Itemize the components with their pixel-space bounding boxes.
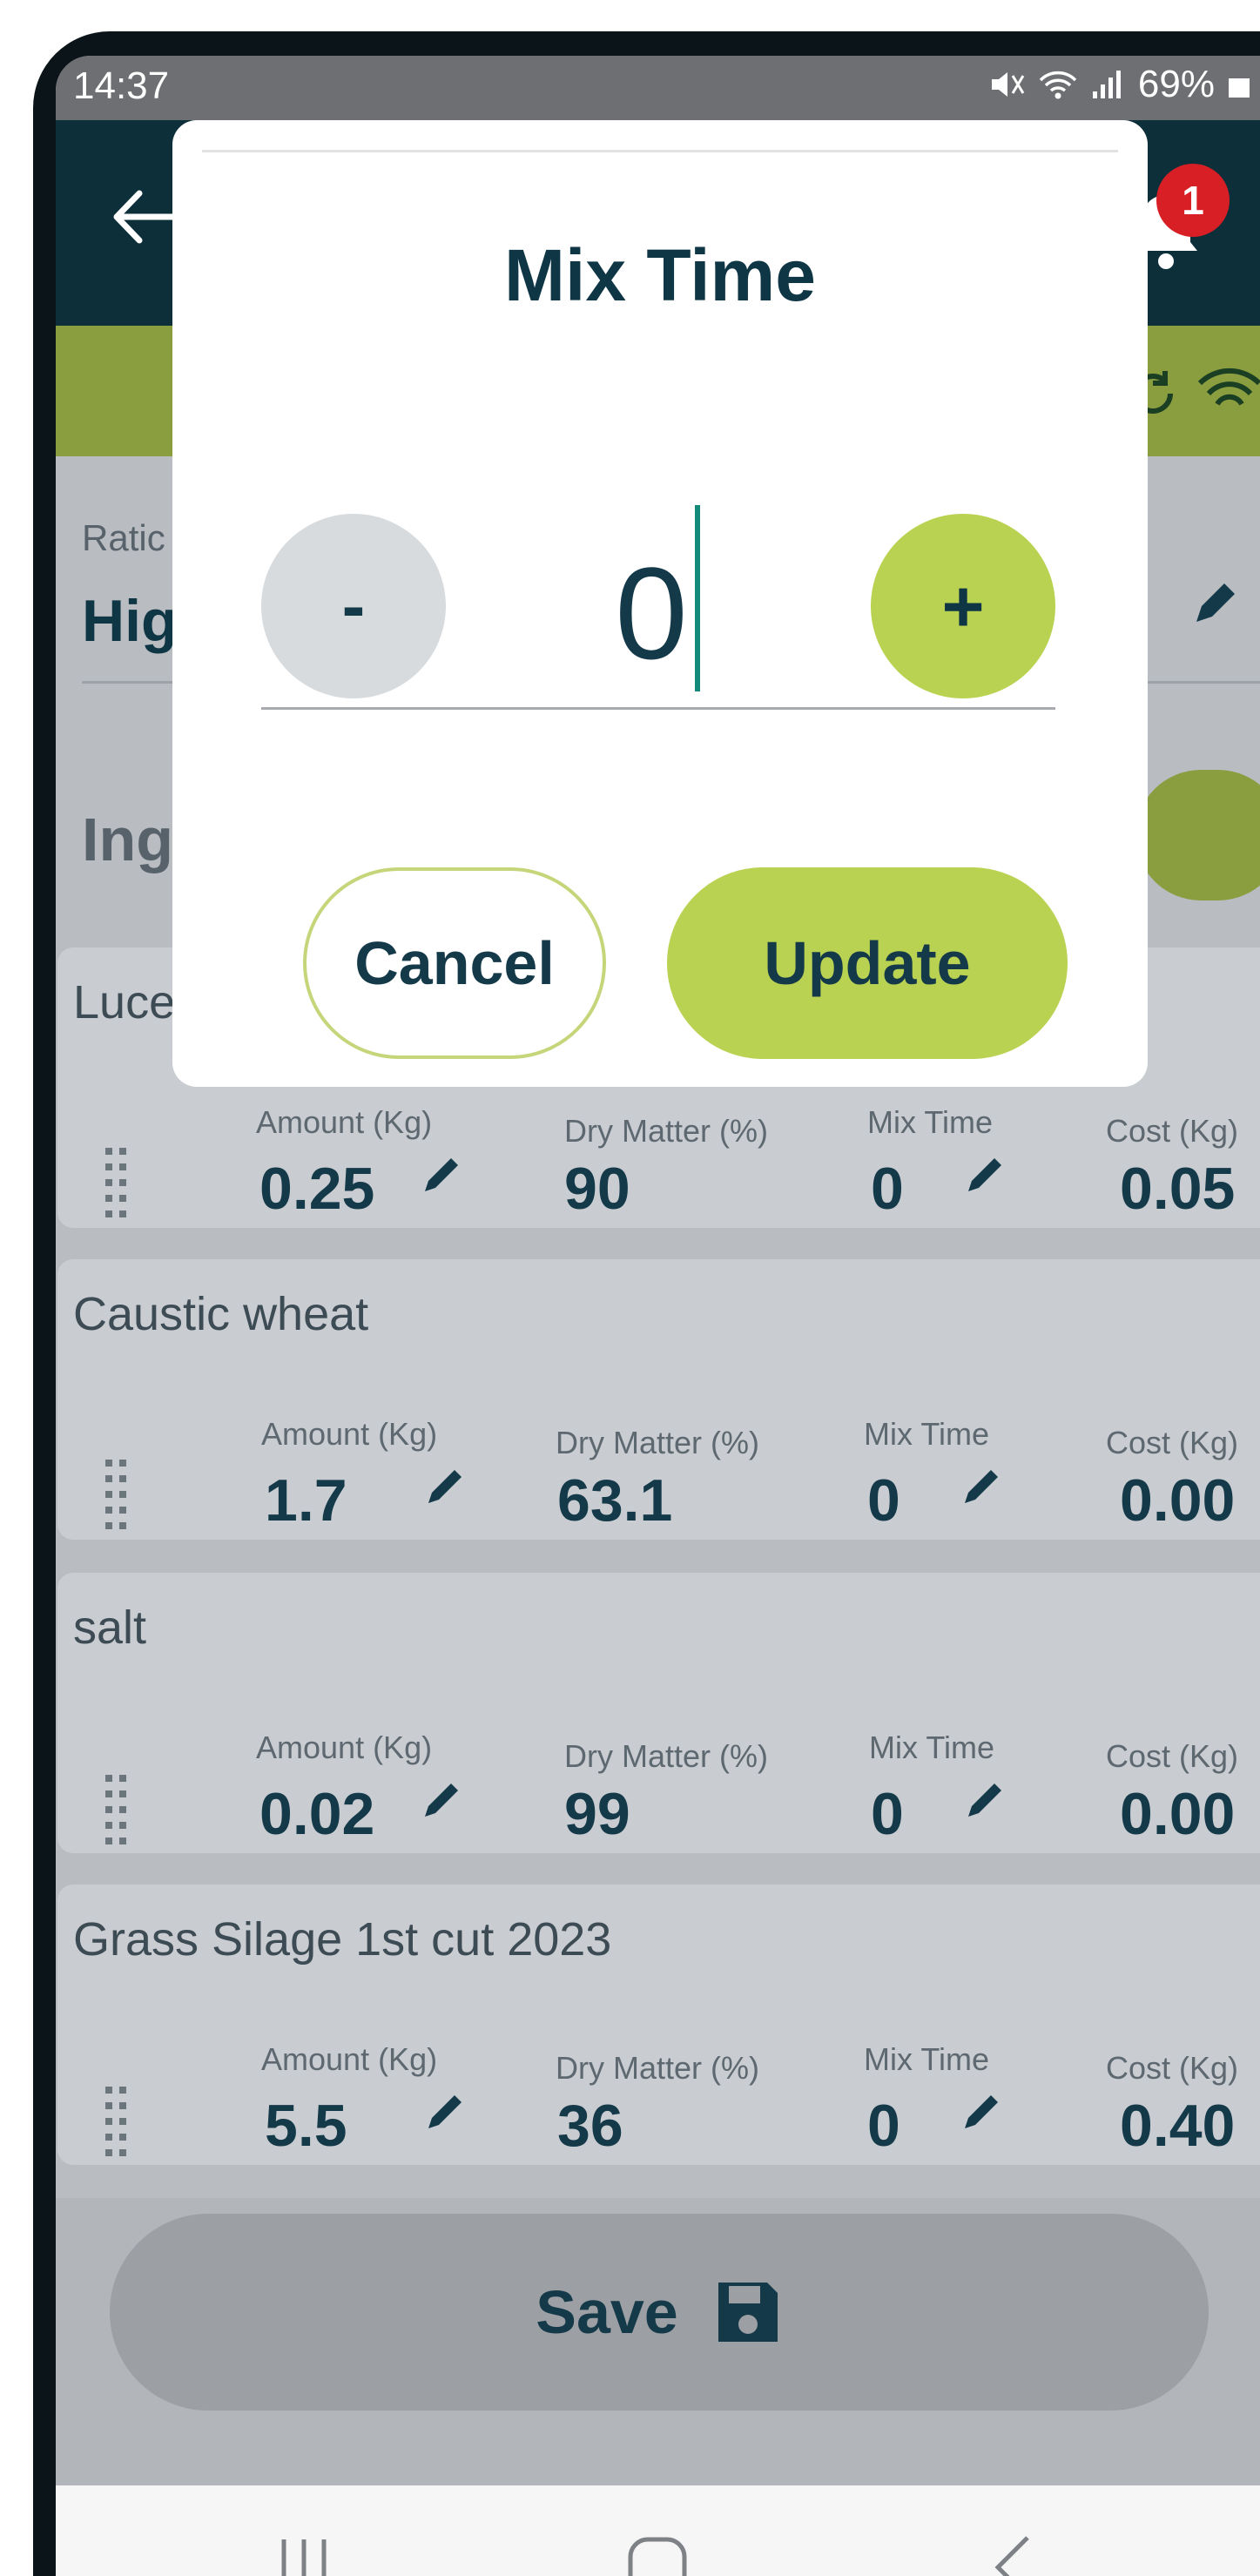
increment-button[interactable]: + bbox=[871, 514, 1055, 698]
amount-label: Amount (Kg) bbox=[256, 1104, 433, 1140]
battery-icon bbox=[1229, 78, 1250, 98]
dry-matter-value: 63.1 bbox=[557, 1467, 673, 1534]
cost-value: 0.40 bbox=[1120, 2093, 1236, 2159]
amount-edit-pencil-icon[interactable] bbox=[421, 1780, 462, 1820]
cost-value: 0.00 bbox=[1120, 1781, 1236, 1847]
dry-matter-label: Dry Matter (%) bbox=[556, 2050, 759, 2086]
dry-matter-label: Dry Matter (%) bbox=[556, 1425, 759, 1460]
mix-time-value: 0 bbox=[871, 1781, 904, 1847]
amount-value: 5.5 bbox=[265, 2093, 347, 2159]
ingredients-title: Ing bbox=[82, 806, 173, 873]
cost-label: Cost (Kg) bbox=[1106, 1425, 1239, 1460]
recent-apps-icon[interactable] bbox=[273, 2534, 334, 2576]
amount-edit-pencil-icon[interactable] bbox=[425, 2092, 465, 2132]
drag-handle-icon[interactable] bbox=[104, 1146, 130, 1219]
back-icon[interactable] bbox=[987, 2534, 1040, 2576]
amount-label: Amount (Kg) bbox=[256, 1730, 433, 1765]
mix-time-label: Mix Time bbox=[869, 1730, 994, 1765]
amount-value: 1.7 bbox=[265, 1467, 347, 1534]
mix-time-input[interactable]: 0 bbox=[503, 538, 799, 689]
dry-matter-value: 90 bbox=[564, 1156, 630, 1222]
status-bar: 14:37 69% bbox=[56, 56, 1260, 120]
dialog-divider bbox=[202, 150, 1118, 152]
wifi-connected-icon bbox=[1197, 368, 1260, 406]
status-icons: 69% bbox=[988, 63, 1251, 106]
screen: 14:37 69% 1 Ratic Hig Ing Luce Amount (K… bbox=[56, 56, 1260, 2576]
update-button[interactable]: Update bbox=[667, 867, 1068, 1059]
cost-label: Cost (Kg) bbox=[1106, 1738, 1239, 1774]
signal-icon bbox=[1092, 71, 1121, 98]
system-nav-bar bbox=[56, 2485, 1260, 2576]
amount-label: Amount (Kg) bbox=[261, 1416, 438, 1452]
notification-badge: 1 bbox=[1156, 164, 1230, 237]
dry-matter-value: 36 bbox=[557, 2093, 623, 2159]
mix-time-value: 0 bbox=[867, 1467, 900, 1534]
drag-handle-icon[interactable] bbox=[104, 1773, 130, 1846]
cost-value: 0.00 bbox=[1120, 1467, 1236, 1534]
mix-time-value: 0 bbox=[871, 1156, 904, 1222]
text-cursor bbox=[695, 505, 700, 691]
mix-time-edit-pencil-icon[interactable] bbox=[965, 1155, 1005, 1195]
drag-handle-icon[interactable] bbox=[104, 2085, 130, 2158]
save-button[interactable]: Save bbox=[110, 2214, 1209, 2411]
ingredient-name: Caustic wheat bbox=[73, 1288, 369, 1340]
amount-value: 0.02 bbox=[259, 1781, 375, 1847]
save-label: Save bbox=[536, 2278, 678, 2346]
mix-time-edit-pencil-icon[interactable] bbox=[961, 1467, 1001, 1507]
amount-label: Amount (Kg) bbox=[261, 2041, 438, 2077]
mix-time-edit-pencil-icon[interactable] bbox=[965, 1780, 1005, 1820]
amount-edit-pencil-icon[interactable] bbox=[425, 1467, 465, 1507]
mix-time-label: Mix Time bbox=[867, 1104, 993, 1140]
ingredient-name: Grass Silage 1st cut 2023 bbox=[73, 1913, 612, 1966]
dialog-title: Mix Time bbox=[504, 234, 816, 316]
battery-percent: 69% bbox=[1137, 63, 1215, 105]
mix-time-dialog: Mix Time - 0 + Cancel Update bbox=[172, 120, 1148, 1087]
mix-time-label: Mix Time bbox=[864, 2041, 989, 2077]
ratio-edit-pencil-icon[interactable] bbox=[1188, 578, 1240, 631]
cost-label: Cost (Kg) bbox=[1106, 1113, 1239, 1149]
amount-value: 0.25 bbox=[259, 1156, 375, 1222]
home-icon[interactable] bbox=[627, 2536, 688, 2576]
dry-matter-label: Dry Matter (%) bbox=[564, 1113, 768, 1149]
mix-time-value: 0 bbox=[867, 2093, 900, 2159]
mix-time-label: Mix Time bbox=[864, 1416, 989, 1452]
ingredient-name: salt bbox=[73, 1602, 147, 1654]
ingredient-name: Luce bbox=[73, 976, 176, 1028]
cost-value: 0.05 bbox=[1120, 1156, 1236, 1222]
ratio-label: Ratic bbox=[82, 517, 165, 558]
ratio-value[interactable]: Hig bbox=[82, 587, 178, 655]
back-arrow-icon[interactable] bbox=[108, 186, 178, 247]
status-time: 14:37 bbox=[73, 64, 170, 107]
amount-edit-pencil-icon[interactable] bbox=[421, 1155, 462, 1195]
mix-time-edit-pencil-icon[interactable] bbox=[961, 2092, 1001, 2132]
cancel-button[interactable]: Cancel bbox=[303, 867, 606, 1059]
dry-matter-value: 99 bbox=[564, 1781, 630, 1847]
mute-icon bbox=[991, 72, 1025, 97]
ingredients-action-button[interactable] bbox=[1135, 770, 1260, 900]
decrement-button[interactable]: - bbox=[261, 514, 446, 698]
drag-handle-icon[interactable] bbox=[104, 1458, 130, 1531]
input-underline bbox=[261, 707, 1055, 710]
cost-label: Cost (Kg) bbox=[1106, 2050, 1239, 2086]
ingredient-card bbox=[57, 1573, 1260, 1853]
floppy-disk-icon bbox=[718, 2283, 778, 2342]
wifi-icon bbox=[1039, 71, 1077, 99]
dry-matter-label: Dry Matter (%) bbox=[564, 1738, 768, 1774]
